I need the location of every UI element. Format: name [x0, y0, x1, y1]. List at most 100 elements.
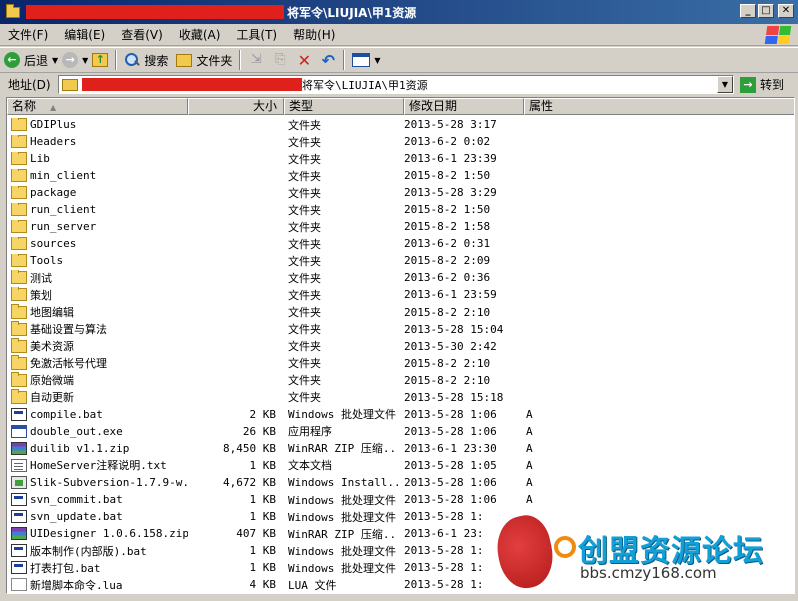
- up-folder-icon: ↑: [92, 53, 109, 67]
- file-name-cell[interactable]: 地图编辑: [7, 304, 188, 320]
- maximize-button[interactable]: □: [758, 4, 774, 18]
- file-row[interactable]: 自动更新 文件夹 2013-5-28 15:18: [7, 389, 794, 406]
- column-name[interactable]: 名称 ▲: [7, 98, 188, 115]
- file-name-cell[interactable]: Tools: [7, 254, 188, 268]
- file-name-cell[interactable]: Headers: [7, 135, 188, 149]
- menu-edit[interactable]: 编辑(E): [56, 26, 113, 43]
- file-name-cell[interactable]: double_out.exe: [7, 424, 188, 438]
- file-name-cell[interactable]: 美术资源: [7, 338, 188, 354]
- minimize-button[interactable]: _: [740, 4, 756, 18]
- menu-file[interactable]: 文件(F): [0, 26, 56, 43]
- folders-icon: [176, 53, 193, 67]
- msi-file-icon: [11, 476, 27, 489]
- file-size: 1 KB: [249, 561, 277, 575]
- file-row[interactable]: min_client 文件夹 2015-8-2 1:50: [7, 167, 794, 184]
- column-type[interactable]: 类型: [284, 98, 404, 115]
- menu-tools[interactable]: 工具(T): [228, 26, 285, 43]
- views-button[interactable]: ▼: [348, 49, 384, 71]
- file-name: run_client: [30, 203, 97, 217]
- file-list[interactable]: 名称 ▲ 大小 类型 修改日期 属性 GDIPlus 文件夹 2013-5-28 3:…: [6, 97, 795, 594]
- delete-button[interactable]: ✕: [292, 49, 316, 71]
- file-row[interactable]: 基础设置与算法 文件夹 2013-5-28 15:04: [7, 321, 794, 338]
- file-row[interactable]: 地图编辑 文件夹 2015-8-2 2:10: [7, 304, 794, 321]
- file-row[interactable]: GDIPlus 文件夹 2013-5-28 3:17: [7, 116, 794, 133]
- file-name-cell[interactable]: svn_commit.bat: [7, 493, 188, 507]
- address-path: 将军令\LIUJIA\甲1资源: [302, 78, 428, 92]
- file-name-cell[interactable]: duilib v1.1.zip: [7, 441, 188, 455]
- menu-help[interactable]: 帮助(H): [285, 26, 343, 43]
- file-name-cell[interactable]: min_client: [7, 169, 188, 183]
- file-row[interactable]: HomeServer注释说明.txt 1 KB 文本文档 2013-5-28 1:05…: [7, 457, 794, 474]
- file-name-cell[interactable]: sources: [7, 237, 188, 251]
- up-folder-button[interactable]: ↑: [88, 49, 112, 71]
- copy-to-icon: ⎘: [275, 52, 286, 67]
- file-row[interactable]: 版本制作(内部版).bat 1 KB Windows 批处理文件 2013-5-28 …: [7, 542, 794, 559]
- file-name-cell[interactable]: GDIPlus: [7, 118, 188, 132]
- menu-favorites[interactable]: 收藏(A): [171, 26, 229, 43]
- column-modified[interactable]: 修改日期: [404, 98, 524, 115]
- file-row[interactable]: run_server 文件夹 2015-8-2 1:58: [7, 218, 794, 235]
- file-attributes: A: [526, 424, 533, 438]
- folder-icon: [11, 355, 27, 370]
- file-row[interactable]: 测试 文件夹 2013-6-2 0:36: [7, 269, 794, 286]
- file-name-cell[interactable]: HomeServer注释说明.txt: [7, 457, 188, 473]
- file-row[interactable]: Slik-Subversion-1.7.9-w... 4,672 KB Window…: [7, 474, 794, 491]
- file-name-cell[interactable]: UIDesigner 1.0.6.158.zip: [7, 527, 188, 541]
- back-button[interactable]: ← 后退: [0, 49, 52, 71]
- file-name-cell[interactable]: 免激活帐号代理: [7, 355, 188, 371]
- file-type: 文件夹: [288, 152, 321, 166]
- column-size[interactable]: 大小: [188, 98, 284, 115]
- file-row[interactable]: Headers 文件夹 2013-6-2 0:02: [7, 133, 794, 150]
- file-row[interactable]: package 文件夹 2013-5-28 3:29: [7, 184, 794, 201]
- address-input[interactable]: 将军令\LIUJIA\甲1资源 ▼: [58, 75, 734, 94]
- file-type: Windows 批处理文件: [288, 544, 396, 558]
- file-row[interactable]: Lib 文件夹 2013-6-1 23:39: [7, 150, 794, 167]
- copy-to-button[interactable]: ⎘: [268, 49, 292, 71]
- file-name-cell[interactable]: Lib: [7, 152, 188, 166]
- file-name-cell[interactable]: 版本制作(内部版).bat: [7, 543, 188, 559]
- file-name-cell[interactable]: svn_update.bat: [7, 510, 188, 524]
- address-dropdown-icon[interactable]: ▼: [717, 76, 733, 93]
- go-button[interactable]: → 转到: [740, 76, 784, 93]
- file-name-cell[interactable]: Slik-Subversion-1.7.9-w...: [7, 476, 188, 489]
- file-row[interactable]: 美术资源 文件夹 2013-5-30 2:42: [7, 338, 794, 355]
- file-modified: 2013-6-1 23:: [404, 527, 484, 541]
- file-row[interactable]: svn_update.bat 1 KB Windows 批处理文件 2013-5-28…: [7, 508, 794, 525]
- file-row[interactable]: double_out.exe 26 KB 应用程序 2013-5-28 1:06 A: [7, 423, 794, 440]
- file-name-cell[interactable]: 原始微端: [7, 372, 188, 388]
- file-row[interactable]: 免激活帐号代理 文件夹 2015-8-2 2:10: [7, 355, 794, 372]
- undo-button[interactable]: ↶: [316, 49, 340, 71]
- file-name-cell[interactable]: 自动更新: [7, 389, 188, 405]
- file-name-cell[interactable]: 测试: [7, 269, 188, 286]
- file-row[interactable]: compile.bat 2 KB Windows 批处理文件 2013-5-28 1:…: [7, 406, 794, 423]
- file-row[interactable]: duilib v1.1.zip 8,450 KB WinRAR ZIP 压缩... 2…: [7, 440, 794, 457]
- folders-button[interactable]: 文件夹: [172, 49, 236, 71]
- menu-view[interactable]: 查看(V): [113, 26, 171, 43]
- file-row[interactable]: run_client 文件夹 2015-8-2 1:50: [7, 201, 794, 218]
- file-row[interactable]: 新增脚本命令.lua 4 KB LUA 文件 2013-5-28 1:: [7, 576, 794, 593]
- file-row[interactable]: 策划 文件夹 2013-6-1 23:59: [7, 286, 794, 303]
- move-to-button[interactable]: ⇲: [244, 49, 268, 71]
- file-name-cell[interactable]: 新增脚本命令.lua: [7, 577, 188, 593]
- file-row[interactable]: svn_commit.bat 1 KB Windows 批处理文件 2013-5-28…: [7, 491, 794, 508]
- file-row[interactable]: 打表打包.bat 1 KB Windows 批处理文件 2013-5-28 1:: [7, 559, 794, 576]
- forward-button[interactable]: →: [58, 49, 82, 71]
- file-row[interactable]: UIDesigner 1.0.6.158.zip 407 KB WinRAR ZIP…: [7, 525, 794, 542]
- file-modified: 2013-6-2 0:02: [404, 135, 491, 149]
- close-button[interactable]: ✕: [778, 4, 794, 18]
- file-name-cell[interactable]: package: [7, 186, 188, 200]
- file-name-cell[interactable]: run_server: [7, 220, 188, 234]
- file-row[interactable]: 原始微端 文件夹 2015-8-2 2:10: [7, 372, 794, 389]
- file-name-cell[interactable]: 打表打包.bat: [7, 560, 188, 576]
- file-row[interactable]: Tools 文件夹 2015-8-2 2:09: [7, 252, 794, 269]
- search-button[interactable]: 搜索: [120, 49, 172, 71]
- file-name: 地图编辑: [30, 306, 74, 320]
- file-type: 文件夹: [288, 186, 321, 200]
- file-name-cell[interactable]: 基础设置与算法: [7, 321, 188, 337]
- column-attributes[interactable]: 属性: [524, 98, 794, 115]
- file-name-cell[interactable]: compile.bat: [7, 407, 188, 421]
- file-name: Slik-Subversion-1.7.9-w...: [30, 476, 188, 489]
- file-name-cell[interactable]: 策划: [7, 286, 188, 303]
- file-name-cell[interactable]: run_client: [7, 203, 188, 217]
- file-row[interactable]: sources 文件夹 2013-6-2 0:31: [7, 235, 794, 252]
